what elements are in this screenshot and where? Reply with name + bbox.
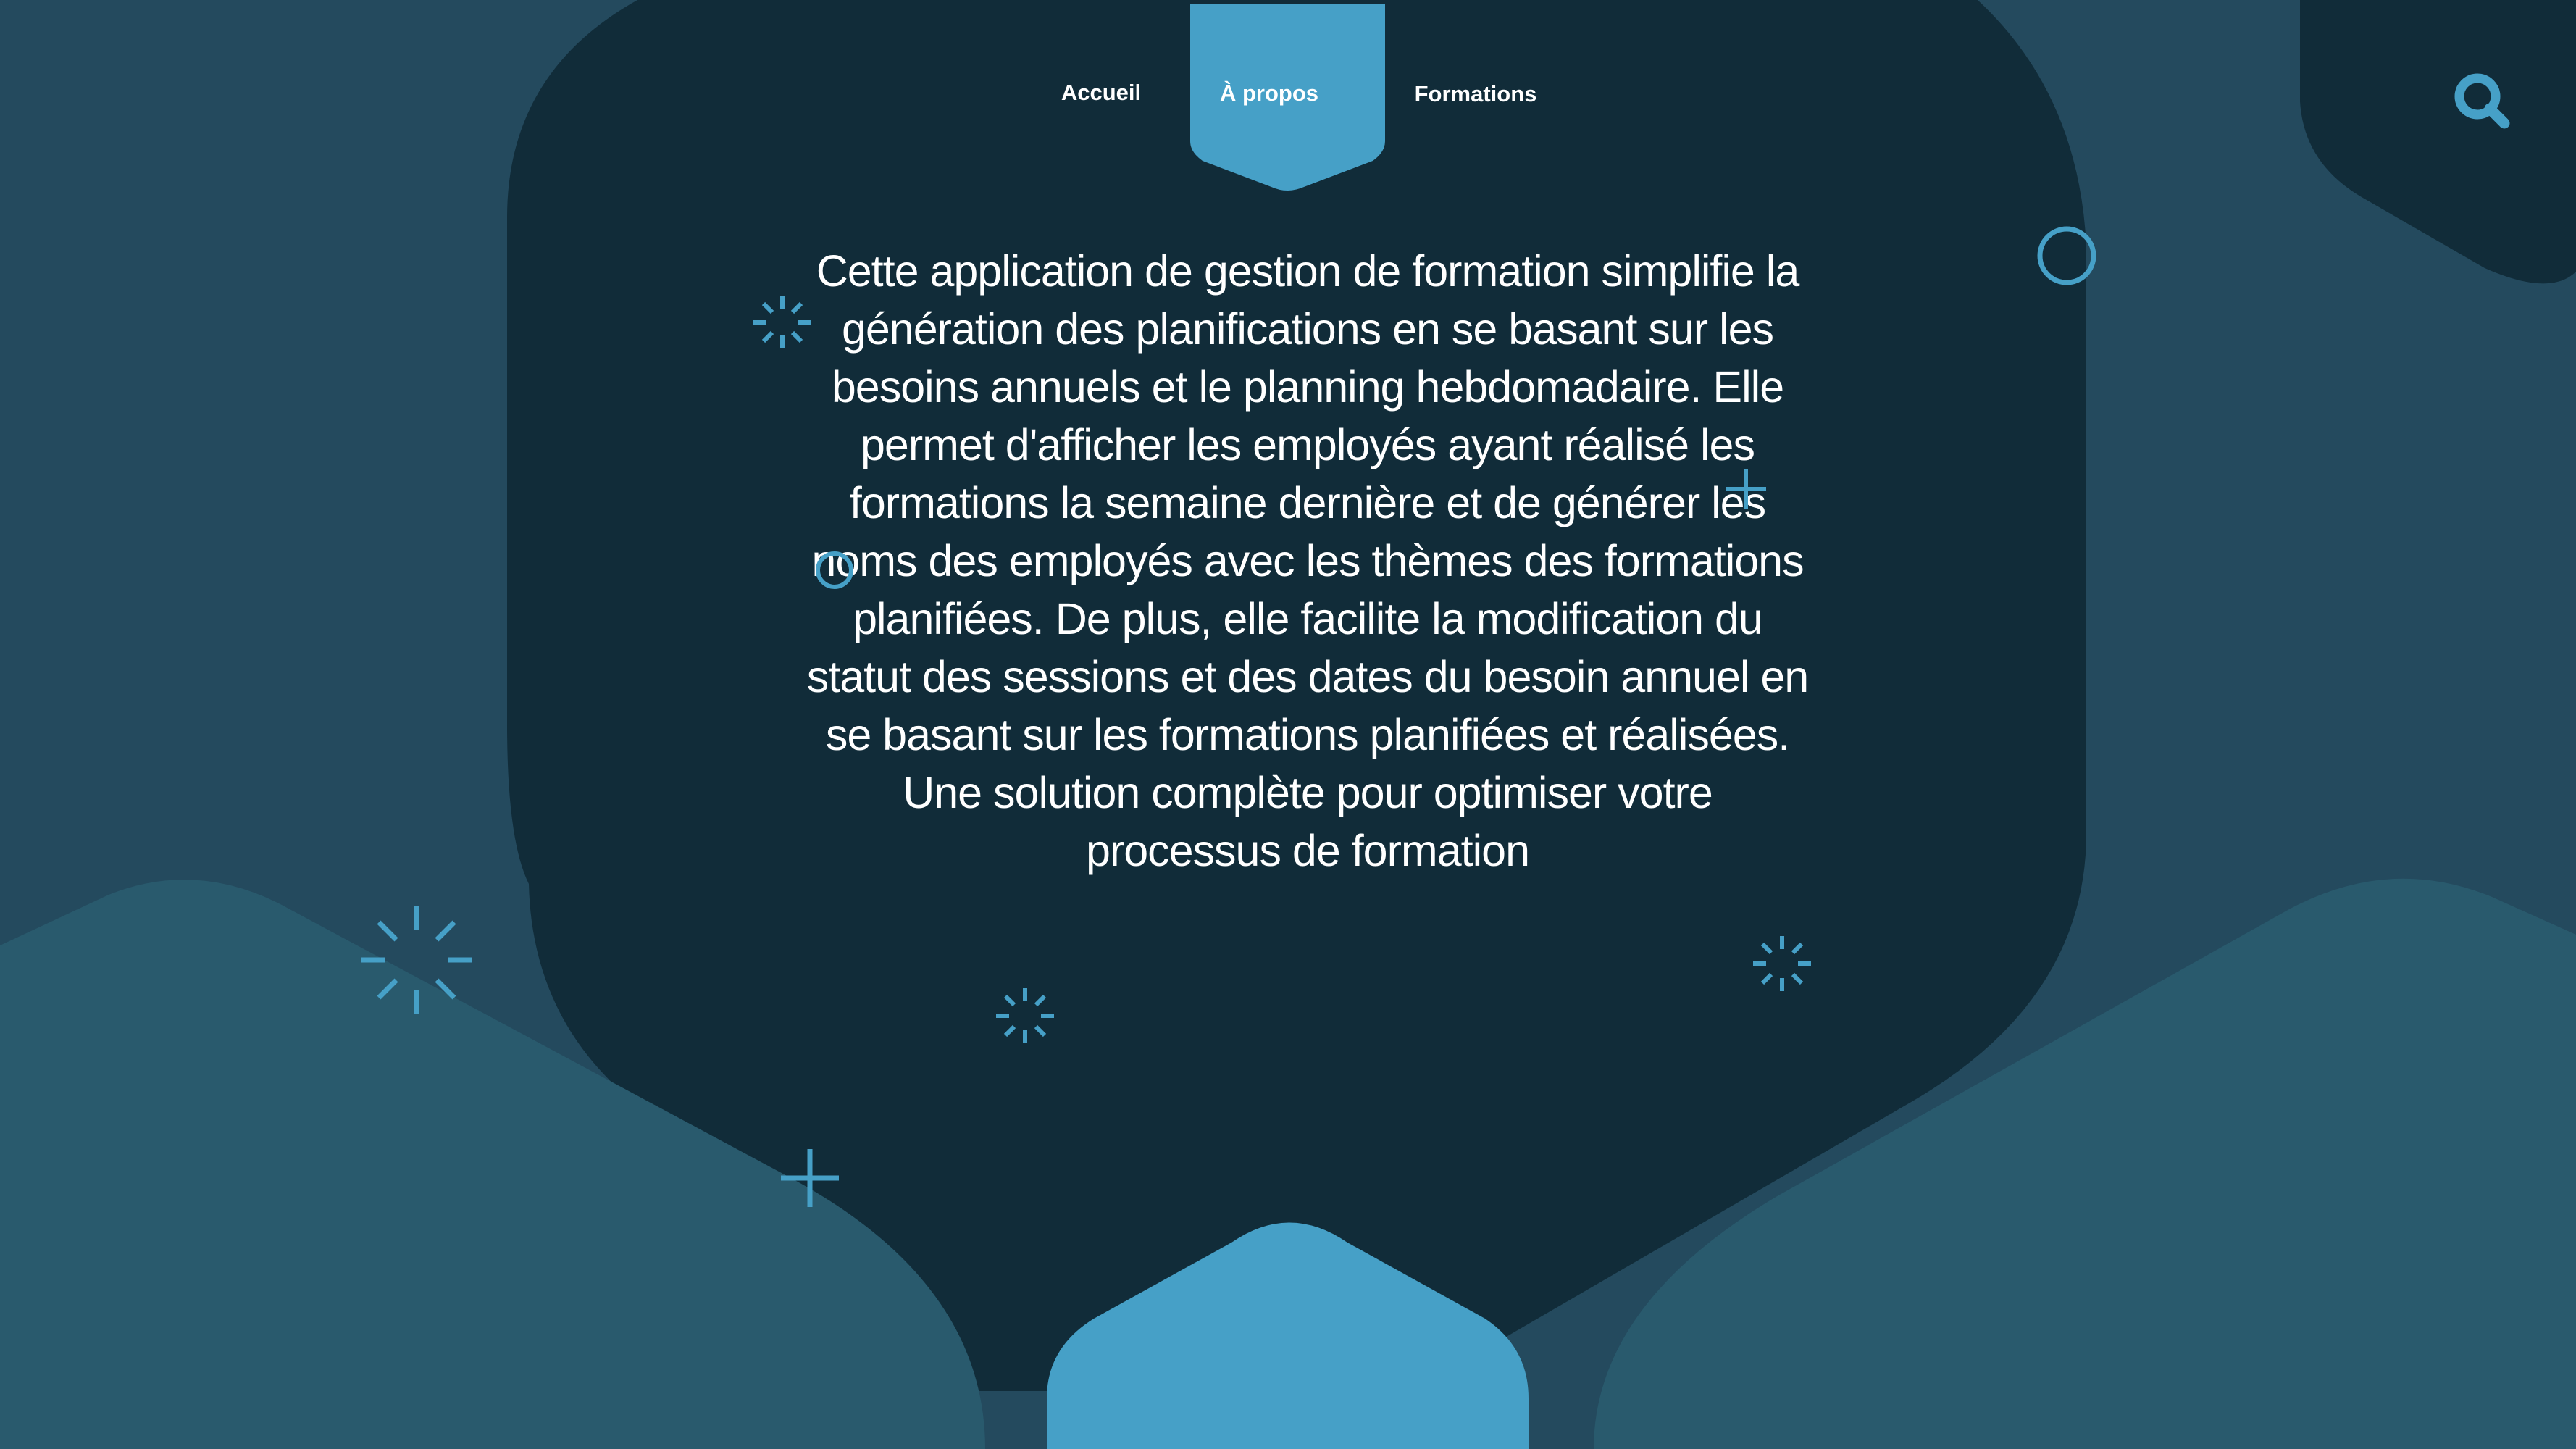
corner-blob — [2300, 0, 2576, 284]
circle-icon — [2037, 226, 2096, 285]
sparkle-icon — [1753, 936, 1811, 991]
nav-item-a-propos[interactable]: À propos — [1197, 80, 1342, 107]
plus-icon — [781, 1149, 839, 1207]
sparkle-icon-large — [361, 906, 472, 1014]
plus-icon — [1726, 469, 1766, 509]
sparkle-icon — [996, 988, 1054, 1043]
about-description: Cette application de gestion de formatio… — [806, 246, 1809, 875]
circle-icon — [816, 551, 853, 589]
search-button[interactable] — [2450, 69, 2515, 134]
search-icon — [2454, 73, 2510, 129]
sparkle-icon — [753, 296, 811, 348]
nav-item-formations[interactable]: Formations — [1400, 81, 1552, 107]
about-page: Accueil À propos Formations Cette applic… — [0, 0, 2576, 1449]
nav-item-accueil[interactable]: Accueil — [1043, 80, 1159, 106]
